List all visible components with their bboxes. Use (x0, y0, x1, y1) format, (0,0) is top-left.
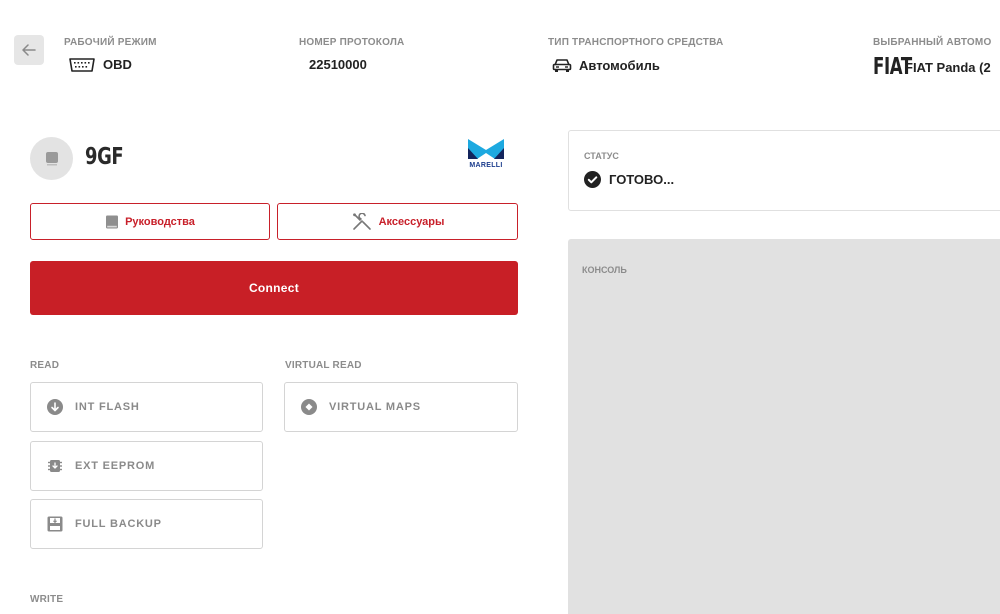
ecu-chip-icon (45, 151, 58, 165)
ext-eeprom-button[interactable]: EXT EEPROM (30, 441, 263, 491)
working-mode-value: OBD (103, 57, 132, 72)
full-backup-button[interactable]: FULL BACKUP (30, 499, 263, 549)
console-panel[interactable]: КОНСОЛЬ (568, 239, 1000, 614)
write-section-label: WRITE (30, 594, 64, 605)
connect-label: Connect (248, 281, 300, 295)
ext-eeprom-label: EXT EEPROM (75, 460, 156, 472)
status-card: СТАТУС ГОТОВО... (568, 130, 1000, 211)
vehicle-type-info: ТИП ТРАНСПОРТНОГО СРЕДСТВА Автомобиль (548, 37, 723, 73)
tools-icon (352, 212, 371, 230)
accessories-button[interactable]: Аксессуары (277, 203, 518, 240)
obd-connector-icon (69, 57, 95, 72)
selected-vehicle-value: FIAT Panda (2 (905, 59, 991, 75)
int-flash-label: INT FLASH (75, 401, 140, 413)
working-mode-label: РАБОЧИЙ РЕЖИМ (64, 37, 157, 48)
arrow-left-icon (22, 44, 36, 56)
marelli-m-icon (468, 139, 504, 159)
int-flash-button[interactable]: INT FLASH (30, 382, 263, 432)
virtual-icon (301, 399, 317, 415)
working-mode-info: РАБОЧИЙ РЕЖИМ OBD (64, 37, 157, 72)
virtual-read-section-label: VIRTUAL READ (285, 360, 362, 371)
save-icon (47, 516, 63, 532)
virtual-maps-button[interactable]: VIRTUAL MAPS (284, 382, 518, 432)
manuals-button[interactable]: Руководства (30, 203, 270, 240)
chip-icon (48, 460, 62, 472)
manuals-label: Руководства (125, 215, 195, 228)
back-button[interactable] (14, 35, 44, 65)
connect-button[interactable]: Connect (30, 261, 518, 315)
marelli-logo: MARELLI (464, 138, 508, 169)
protocol-value: 22510000 (309, 57, 367, 72)
ecu-name: 9GF (85, 144, 124, 170)
download-icon (47, 399, 63, 415)
ecu-avatar (30, 137, 73, 180)
vehicle-type-value: Автомобиль (579, 57, 660, 73)
check-circle-icon (584, 171, 601, 188)
protocol-info: НОМЕР ПРОТОКОЛА 22510000 (299, 37, 404, 72)
protocol-label: НОМЕР ПРОТОКОЛА (299, 37, 405, 48)
status-value: ГОТОВО... (609, 172, 675, 187)
marelli-text: MARELLI (469, 162, 503, 169)
accessories-label: Аксессуары (378, 215, 445, 228)
vehicle-type-label: ТИП ТРАНСПОРТНОГО СРЕДСТВА (548, 37, 724, 48)
console-label: КОНСОЛЬ (582, 265, 627, 275)
car-icon (552, 59, 572, 72)
selected-vehicle-info: ВЫБРАННЫЙ АВТОМО FIAT FIAT Panda (2 (873, 37, 991, 80)
selected-vehicle-label: ВЫБРАННЫЙ АВТОМО (873, 37, 992, 48)
virtual-maps-label: VIRTUAL MAPS (329, 401, 421, 413)
read-section-label: READ (30, 360, 60, 371)
full-backup-label: FULL BACKUP (75, 518, 162, 530)
status-label: СТАТУС (584, 151, 619, 161)
fiat-logo: FIAT (873, 54, 912, 80)
book-icon (106, 215, 119, 228)
